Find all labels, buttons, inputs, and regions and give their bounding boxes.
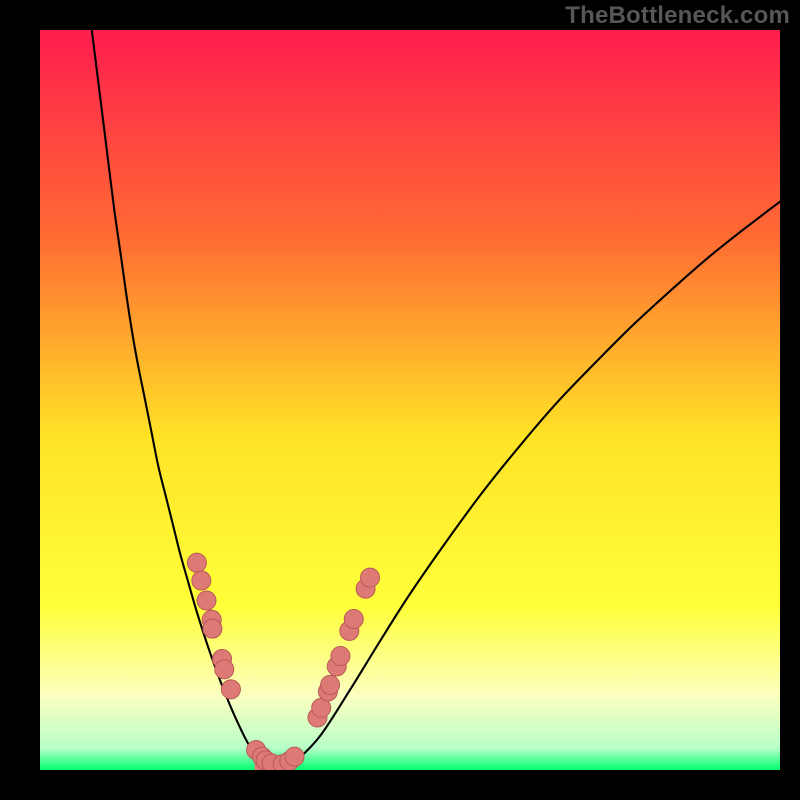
data-marker	[221, 680, 240, 699]
bottleneck-chart	[40, 30, 780, 770]
data-marker	[331, 647, 350, 666]
data-marker	[203, 619, 222, 638]
data-marker	[344, 610, 363, 629]
watermark-text: TheBottleneck.com	[565, 2, 790, 30]
data-marker	[321, 675, 340, 694]
data-marker	[285, 747, 304, 766]
data-marker	[187, 553, 206, 572]
data-marker	[197, 591, 216, 610]
data-marker	[361, 568, 380, 587]
chart-frame: TheBottleneck.com	[0, 0, 800, 800]
data-marker	[192, 571, 211, 590]
plot-area	[40, 30, 780, 770]
gradient-background	[40, 30, 780, 770]
data-marker	[215, 660, 234, 679]
